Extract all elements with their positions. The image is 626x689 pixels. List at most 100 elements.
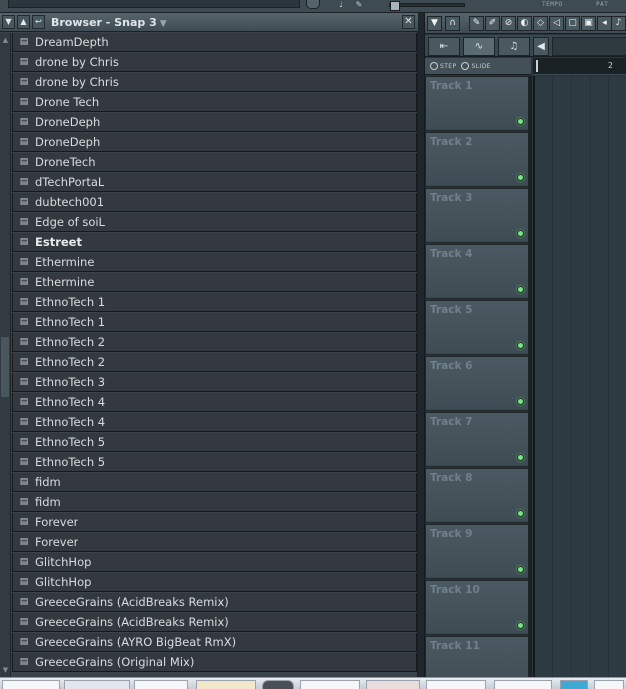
- browser-file-item[interactable]: ▤ fidm: [12, 493, 417, 512]
- pen-icon[interactable]: ✎: [354, 0, 364, 10]
- browser-file-item[interactable]: ▤ Forever: [12, 533, 417, 552]
- track-enable-led-icon[interactable]: [517, 118, 524, 125]
- scroll-down-icon[interactable]: ▼: [0, 665, 11, 676]
- tab-audio-icon[interactable]: ♫: [498, 37, 530, 56]
- timeline-ruler[interactable]: 2: [533, 58, 626, 75]
- browser-file-item[interactable]: ▤ GreeceGrains (AYRO BigBeat RmX): [12, 633, 417, 652]
- master-knob[interactable]: [306, 0, 320, 9]
- track-enable-led-icon[interactable]: [517, 174, 524, 181]
- track-header[interactable]: Track 6: [425, 356, 529, 411]
- browser-file-item[interactable]: ▤ dTechPortaL: [12, 173, 417, 192]
- track-enable-led-icon[interactable]: [517, 230, 524, 237]
- track-enable-led-icon[interactable]: [517, 286, 524, 293]
- zoom-tool-icon[interactable]: ▣: [581, 16, 596, 31]
- browser-file-item[interactable]: ▤ Estreet: [12, 233, 417, 252]
- browser-file-item[interactable]: ▤ GlitchHop: [12, 553, 417, 572]
- browser-file-item[interactable]: ▤ EthnoTech 3: [12, 373, 417, 392]
- speaker-icon[interactable]: ♪: [611, 16, 626, 31]
- track-header[interactable]: Track 7: [425, 412, 529, 467]
- browser-file-item[interactable]: ▤ drone by Chris: [12, 73, 417, 92]
- track-header[interactable]: Track 3: [425, 188, 529, 243]
- playhead-marker[interactable]: [536, 60, 538, 72]
- select-tool-icon[interactable]: ▢: [565, 16, 580, 31]
- browser-file-item[interactable]: ▤ EthnoTech 4: [12, 413, 417, 432]
- browser-back-icon[interactable]: ↩: [32, 15, 45, 29]
- taskbar-button[interactable]: [366, 680, 420, 689]
- playlist-grid[interactable]: [533, 76, 626, 677]
- browser-file-item[interactable]: ▤ DreamDepth: [12, 33, 417, 52]
- browser-file-item[interactable]: ▤ GreeceGrains (Original Mix): [12, 653, 417, 672]
- taskbar-button[interactable]: [262, 680, 294, 689]
- scroll-up-icon[interactable]: ▲: [0, 35, 11, 46]
- browser-file-item[interactable]: ▤ EthnoTech 1: [12, 293, 417, 312]
- track-enable-led-icon[interactable]: [517, 622, 524, 629]
- taskbar-button[interactable]: [494, 680, 552, 689]
- browser-file-item[interactable]: ▤ dubtech001: [12, 193, 417, 212]
- paint-tool-icon[interactable]: ✐: [485, 16, 500, 31]
- slide-mode-option[interactable]: SLIDE: [461, 62, 490, 70]
- track-enable-led-icon[interactable]: [517, 398, 524, 405]
- browser-file-item[interactable]: ▤ GreeceGrains (AcidBreaks Remix): [12, 613, 417, 632]
- browser-file-item[interactable]: ▤ GreeceGrains (AcidBreaks Remix): [12, 593, 417, 612]
- browser-file-item[interactable]: ▤ Forever: [12, 513, 417, 532]
- tab-automation-icon[interactable]: ∿: [463, 37, 495, 56]
- browser-scrollbar[interactable]: ▲ ▼: [0, 33, 11, 677]
- browser-file-item[interactable]: ▤ Edge of soiL: [12, 213, 417, 232]
- browser-file-item[interactable]: ▤ fidm: [12, 473, 417, 492]
- browser-file-item[interactable]: ▤ EthnoTech 5: [12, 433, 417, 452]
- track-header[interactable]: Track 9: [425, 524, 529, 579]
- track-header[interactable]: Track 10: [425, 580, 529, 635]
- taskbar-button[interactable]: [300, 680, 360, 689]
- step-mode-option[interactable]: STEP: [430, 62, 456, 70]
- track-header[interactable]: Track 1: [425, 76, 529, 131]
- taskbar-button[interactable]: [64, 680, 130, 689]
- browser-file-item[interactable]: ▤ EthnoTech 1: [12, 313, 417, 332]
- taskbar-button[interactable]: [594, 680, 624, 689]
- browser-file-item[interactable]: ▤ EthnoTech 5: [12, 453, 417, 472]
- track-header[interactable]: Track 4: [425, 244, 529, 299]
- taskbar-button[interactable]: [2, 680, 60, 689]
- browser-file-item[interactable]: ▤ GlitchHop: [12, 573, 417, 592]
- browser-up-icon[interactable]: ▲: [17, 15, 30, 29]
- note-icon[interactable]: ♩: [336, 0, 346, 10]
- playlist-menu-icon[interactable]: ▼: [427, 16, 442, 31]
- browser-file-item[interactable]: ▤ EthnoTech 2: [12, 353, 417, 372]
- browser-file-item[interactable]: ▤ DroneDeph: [12, 113, 417, 132]
- taskbar-button[interactable]: [426, 680, 486, 689]
- master-volume-slider[interactable]: [389, 1, 465, 11]
- taskbar-button[interactable]: [196, 680, 256, 689]
- mute-tool-icon[interactable]: ◐: [517, 16, 532, 31]
- browser-file-item[interactable]: ▤ EthnoTech 4: [12, 393, 417, 412]
- browser-file-item[interactable]: ▤ Ethermine: [12, 253, 417, 272]
- pattern-scroll-track[interactable]: [552, 37, 626, 56]
- magnet-snap-icon[interactable]: ∩: [445, 16, 460, 31]
- browser-title[interactable]: Browser - Snap 3 ▼: [51, 16, 167, 29]
- browser-file-item[interactable]: ▤ EthnoTech 2: [12, 333, 417, 352]
- browser-file-item[interactable]: ▤ DroneDeph: [12, 133, 417, 152]
- tab-pattern-view-icon[interactable]: ⇤: [428, 37, 460, 56]
- browser-file-item[interactable]: ▤ Ethermine: [12, 273, 417, 292]
- scroll-left-icon[interactable]: ◀: [533, 37, 549, 56]
- track-enable-led-icon[interactable]: [517, 454, 524, 461]
- browser-file-item[interactable]: ▤ drone by Chris: [12, 53, 417, 72]
- track-header[interactable]: Track 5: [425, 300, 529, 355]
- track-enable-led-icon[interactable]: [517, 566, 524, 573]
- taskbar-button[interactable]: [134, 680, 188, 689]
- playback-tool-icon[interactable]: ◂: [597, 16, 612, 31]
- draw-tool-icon[interactable]: ✎: [469, 16, 484, 31]
- browser-file-item[interactable]: ▤ Drone Tech: [12, 93, 417, 112]
- scrollbar-thumb[interactable]: [1, 337, 9, 397]
- slice-tool-icon[interactable]: ◁: [549, 16, 564, 31]
- track-header[interactable]: Track 8: [425, 468, 529, 523]
- browser-file-item[interactable]: ▤ DroneTech: [12, 153, 417, 172]
- step-radio-icon[interactable]: [430, 62, 438, 70]
- track-enable-led-icon[interactable]: [517, 510, 524, 517]
- track-header[interactable]: Track 2: [425, 132, 529, 187]
- browser-close-icon[interactable]: ✕: [402, 15, 415, 29]
- delete-tool-icon[interactable]: ⊘: [501, 16, 516, 31]
- browser-menu-arrow-icon[interactable]: ▼: [2, 15, 15, 29]
- slide-radio-icon[interactable]: [461, 62, 470, 70]
- taskbar-button[interactable]: [560, 680, 588, 689]
- slip-tool-icon[interactable]: ◇: [533, 16, 548, 31]
- track-enable-led-icon[interactable]: [517, 342, 524, 349]
